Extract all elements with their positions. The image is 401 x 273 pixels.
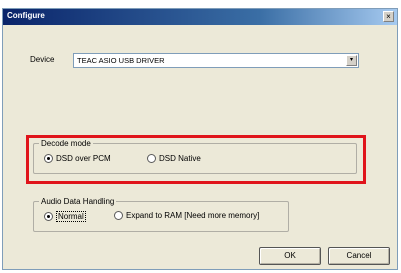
title-bar[interactable]: Configure × [3, 9, 397, 25]
close-icon[interactable]: × [383, 11, 394, 22]
radio-normal[interactable]: Normal [44, 211, 86, 222]
window-title: Configure [7, 11, 45, 20]
radio-normal-indicator[interactable] [44, 212, 53, 221]
device-select-value: TEAC ASIO USB DRIVER [77, 56, 165, 65]
device-select[interactable]: TEAC ASIO USB DRIVER ▾ [73, 53, 359, 68]
radio-normal-label: Normal [56, 211, 86, 222]
device-label: Device [30, 55, 55, 64]
chevron-down-icon[interactable]: ▾ [346, 55, 357, 66]
audio-data-handling-legend: Audio Data Handling [39, 196, 117, 207]
cancel-button[interactable]: Cancel [328, 247, 390, 265]
radio-expand-to-ram[interactable]: Expand to RAM [Need more memory] [114, 211, 259, 220]
radio-expand-to-ram-label: Expand to RAM [Need more memory] [126, 211, 260, 220]
ok-button[interactable]: OK [259, 247, 321, 265]
highlight-box [26, 135, 366, 184]
radio-expand-to-ram-indicator[interactable] [114, 211, 123, 220]
